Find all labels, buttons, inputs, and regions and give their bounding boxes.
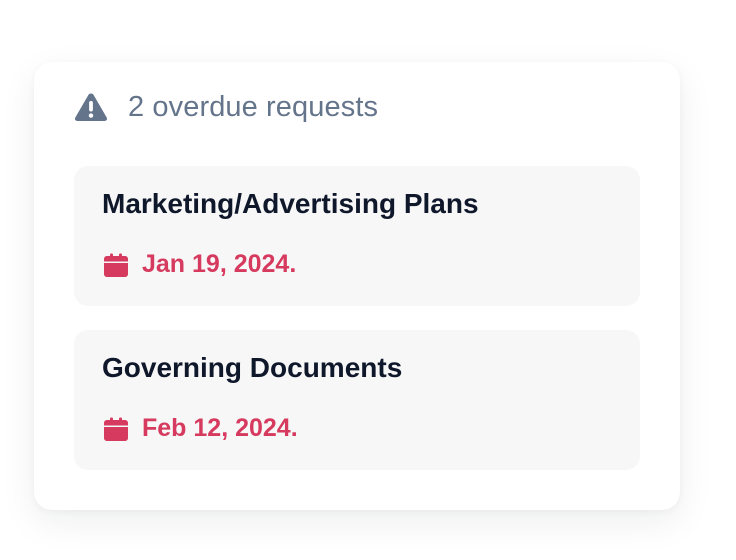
request-title: Governing Documents xyxy=(102,352,403,383)
due-date-text: Feb 12, 2024. xyxy=(142,414,298,442)
request-title: Marketing/Advertising Plans xyxy=(102,188,479,219)
overdue-header: 2 overdue requests xyxy=(74,90,378,124)
request-due-date: Jan 19, 2024. xyxy=(104,250,296,279)
overdue-request-item[interactable]: Marketing/Advertising Plans Jan 19, 2024… xyxy=(74,166,640,306)
request-due-date: Feb 12, 2024. xyxy=(104,414,298,443)
calendar-icon xyxy=(104,253,128,277)
warning-icon xyxy=(74,92,108,122)
overdue-requests-card: 2 overdue requests Marketing/Advertising… xyxy=(34,62,680,510)
due-date-text: Jan 19, 2024. xyxy=(142,250,297,278)
overdue-request-item[interactable]: Governing Documents Feb 12, 2024. xyxy=(74,330,640,470)
calendar-icon xyxy=(104,417,128,441)
overdue-count-label: 2 overdue requests xyxy=(128,90,379,123)
